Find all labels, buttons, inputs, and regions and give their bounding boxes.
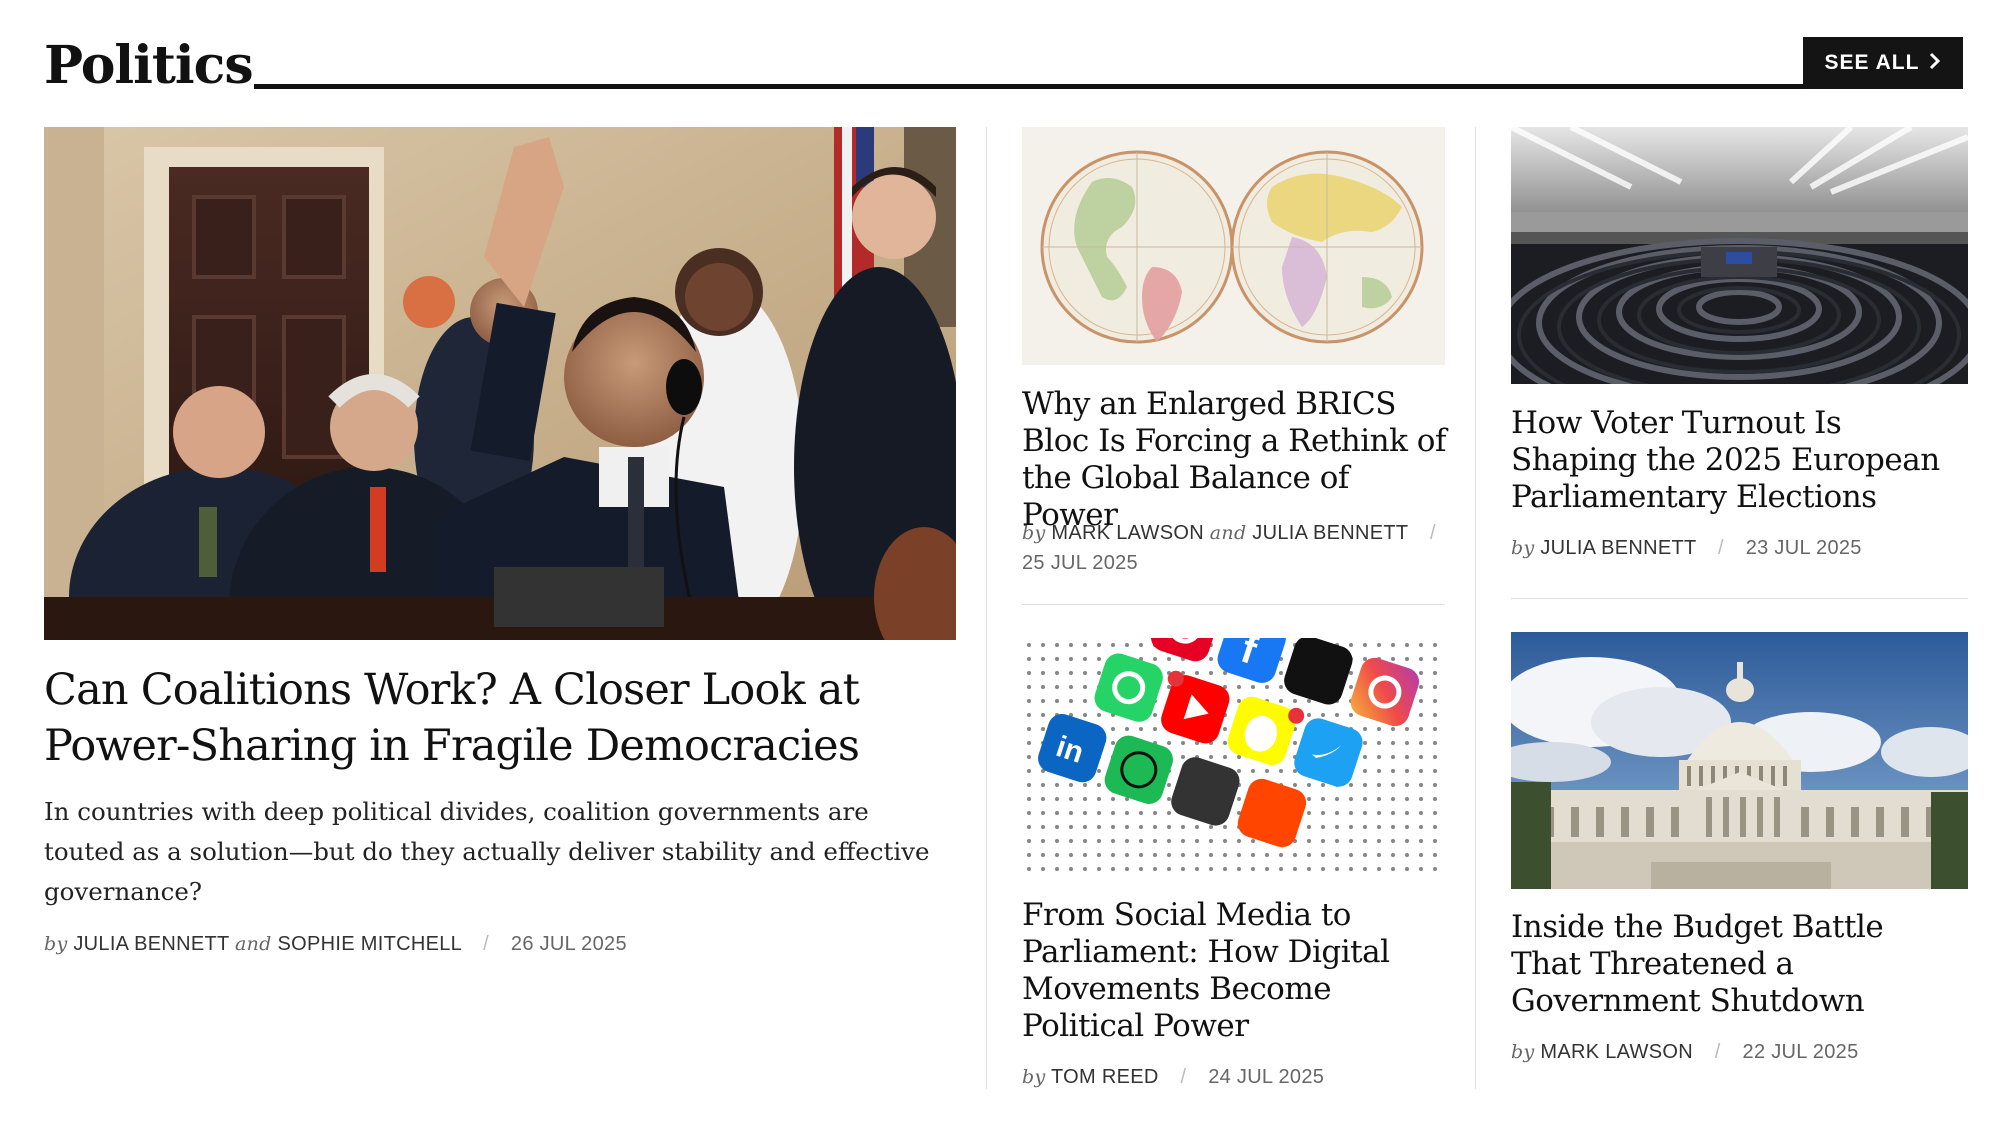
article-image-social-media-icons[interactable]: f in	[1022, 638, 1445, 876]
byline-separator: /	[1714, 1041, 1721, 1063]
article-date: 25 JUL 2025	[1022, 552, 1138, 574]
section-header: Politics SEE ALL	[44, 36, 1963, 96]
article-date: 24 JUL 2025	[1208, 1066, 1325, 1088]
card-divider	[1511, 598, 1968, 599]
chevron-right-icon	[1929, 52, 1941, 74]
author-link[interactable]: JULIA BENNETT	[73, 933, 229, 955]
author-link[interactable]: MARK LAWSON	[1051, 522, 1204, 544]
byline-separator: /	[1180, 1066, 1187, 1088]
article-title[interactable]: How Voter Turnout Is Shaping the 2025 Eu…	[1511, 405, 1951, 516]
author-link[interactable]: SOPHIE MITCHELL	[278, 933, 462, 955]
article-date: 22 JUL 2025	[1742, 1041, 1859, 1063]
column-divider	[986, 127, 987, 1089]
byline-by: by	[1022, 1066, 1046, 1088]
article-title[interactable]: From Social Media to Parliament: How Dig…	[1022, 897, 1452, 1045]
article-image-world-map[interactable]	[1022, 127, 1445, 365]
article-title[interactable]: Inside the Budget Battle That Threatened…	[1511, 909, 1951, 1020]
author-link[interactable]: JULIA BENNETT	[1540, 537, 1696, 559]
lead-article-image[interactable]	[44, 127, 956, 640]
byline-separator: /	[483, 933, 490, 955]
byline-by: by	[1022, 522, 1046, 544]
article-byline: by MARK LAWSON and JULIA BENNETT / 25 JU…	[1022, 518, 1452, 578]
article-byline: by TOM REED / 24 JUL 2025	[1022, 1066, 1324, 1089]
article-image-capitol-building[interactable]	[1511, 632, 1968, 889]
section-title: Politics	[44, 35, 254, 96]
see-all-button[interactable]: SEE ALL	[1803, 37, 1963, 89]
lead-article-byline: by JULIA BENNETT and SOPHIE MITCHELL / 2…	[44, 933, 627, 956]
article-title[interactable]: Why an Enlarged BRICS Bloc Is Forcing a …	[1022, 386, 1452, 534]
byline-separator: /	[1718, 537, 1724, 559]
column-divider	[1475, 127, 1476, 1089]
byline-separator: /	[1429, 522, 1436, 544]
see-all-label: SEE ALL	[1824, 51, 1920, 74]
article-byline: by JULIA BENNETT / 23 JUL 2025	[1511, 537, 1862, 560]
byline-by: by	[1511, 537, 1535, 559]
card-divider	[1022, 604, 1445, 605]
author-link[interactable]: TOM REED	[1051, 1066, 1159, 1088]
article-date: 23 JUL 2025	[1745, 537, 1862, 559]
byline-by: by	[1511, 1041, 1535, 1063]
author-link[interactable]: JULIA BENNETT	[1252, 522, 1408, 544]
lead-article-dek: In countries with deep political divides…	[44, 797, 930, 906]
lead-article-title[interactable]: Can Coalitions Work? A Closer Look at Po…	[44, 662, 954, 774]
byline-by: by	[44, 933, 68, 955]
author-link[interactable]: MARK LAWSON	[1540, 1041, 1693, 1063]
article-byline: by MARK LAWSON / 22 JUL 2025	[1511, 1041, 1859, 1064]
byline-and: and	[1209, 522, 1247, 544]
byline-and: and	[235, 933, 272, 955]
article-date: 26 JUL 2025	[510, 933, 627, 955]
section-rule	[254, 84, 1803, 89]
article-image-parliament[interactable]	[1511, 127, 1968, 384]
